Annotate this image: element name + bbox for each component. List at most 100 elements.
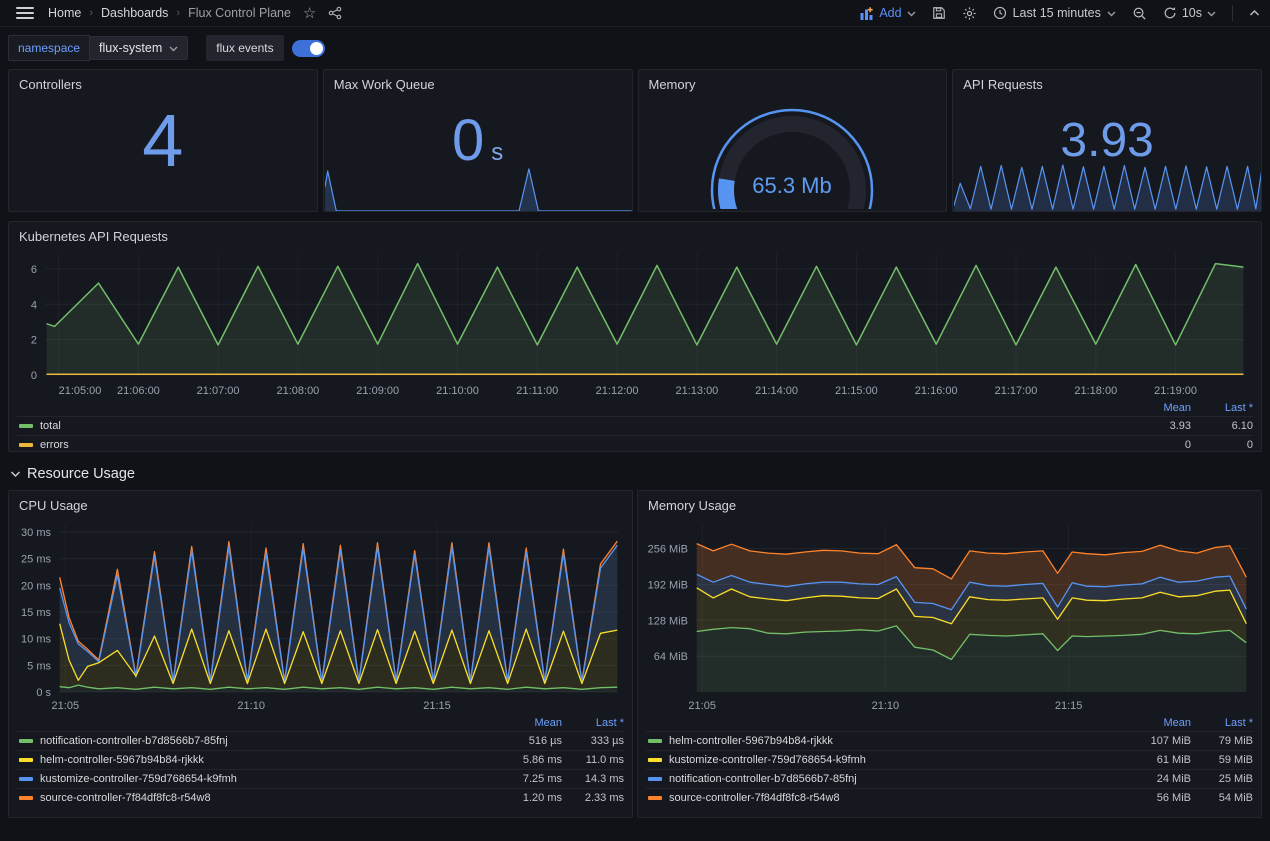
legend-row: total 3.93 6.10 — [17, 416, 1253, 435]
svg-text:21:14:00: 21:14:00 — [755, 385, 798, 397]
settings-gear-icon[interactable] — [962, 6, 977, 21]
legend-col-mean[interactable]: Mean — [1129, 402, 1191, 414]
series-swatch — [19, 424, 33, 428]
series-swatch — [19, 443, 33, 447]
breadcrumb-home[interactable]: Home — [48, 6, 81, 20]
legend-col-last[interactable]: Last * — [562, 717, 624, 729]
svg-text:21:15: 21:15 — [423, 700, 451, 712]
namespace-variable-value: flux-system — [99, 41, 162, 55]
series-mean: 1.20 ms — [500, 792, 562, 804]
series-name[interactable]: notification-controller-b7d8566b7-85fnj — [669, 773, 1129, 785]
time-range-label: Last 15 minutes — [1013, 6, 1101, 20]
series-last: 25 MiB — [1191, 773, 1253, 785]
series-name[interactable]: errors — [40, 439, 1129, 451]
series-mean: 0 — [1129, 439, 1191, 451]
svg-text:30 ms: 30 ms — [21, 527, 51, 539]
panel-kubernetes-api-requests: Kubernetes API Requests 024621:05:0021:0… — [8, 221, 1262, 452]
svg-text:20 ms: 20 ms — [21, 580, 51, 592]
series-swatch — [19, 796, 33, 800]
series-swatch — [19, 739, 33, 743]
series-name[interactable]: kustomize-controller-759d768654-k9fmh — [40, 773, 500, 785]
workqueue-stat-unit: s — [491, 139, 503, 167]
series-swatch — [648, 739, 662, 743]
svg-text:21:05: 21:05 — [52, 700, 80, 712]
series-swatch — [648, 758, 662, 762]
legend-row: notification-controller-b7d8566b7-85fnj … — [646, 769, 1253, 788]
memory-usage-chart[interactable]: 64 MiB128 MiB192 MiB256 MiB21:0521:1021:… — [638, 516, 1259, 714]
share-icon[interactable] — [328, 6, 342, 20]
namespace-variable-select[interactable]: flux-system — [90, 36, 188, 60]
svg-text:21:18:00: 21:18:00 — [1074, 385, 1117, 397]
svg-text:4: 4 — [31, 299, 37, 311]
series-name[interactable]: source-controller-7f84df8fc8-r54w8 — [40, 792, 500, 804]
svg-text:21:07:00: 21:07:00 — [197, 385, 240, 397]
chevron-down-icon — [169, 45, 178, 52]
svg-text:21:12:00: 21:12:00 — [596, 385, 639, 397]
legend-col-last[interactable]: Last * — [1191, 717, 1253, 729]
svg-text:21:10: 21:10 — [237, 700, 265, 712]
chevron-down-icon — [1207, 10, 1216, 17]
add-button[interactable]: Add — [860, 6, 915, 20]
svg-text:21:06:00: 21:06:00 — [117, 385, 160, 397]
svg-text:21:16:00: 21:16:00 — [915, 385, 958, 397]
dashboard-controls: namespace flux-system flux events — [0, 27, 1270, 67]
legend-row: notification-controller-b7d8566b7-85fnj … — [17, 731, 624, 750]
breadcrumb-dashboards[interactable]: Dashboards — [101, 6, 168, 20]
legend-row: source-controller-7f84df8fc8-r54w8 1.20 … — [17, 788, 624, 807]
series-name[interactable]: helm-controller-5967b94b84-rjkkk — [40, 754, 500, 766]
legend-col-mean[interactable]: Mean — [500, 717, 562, 729]
svg-text:21:05: 21:05 — [688, 700, 716, 712]
flux-events-toggle[interactable] — [292, 40, 325, 57]
kiosk-chevron-up-icon[interactable] — [1249, 9, 1260, 17]
refresh-picker[interactable]: 10s — [1163, 6, 1216, 20]
save-dashboard-icon[interactable] — [932, 6, 946, 20]
series-mean: 24 MiB — [1129, 773, 1191, 785]
panel-title[interactable]: Kubernetes API Requests — [9, 222, 1261, 247]
series-last: 79 MiB — [1191, 735, 1253, 747]
top-nav-bar: Home › Dashboards › Flux Control Plane ☆… — [0, 0, 1270, 27]
svg-text:0: 0 — [31, 370, 37, 382]
time-range-picker[interactable]: Last 15 minutes — [993, 6, 1116, 20]
api-requests-stat-value: 3.93 — [1060, 113, 1153, 168]
panel-title[interactable]: Memory Usage — [638, 491, 1261, 516]
resource-usage-row: CPU Usage 0 s5 ms10 ms15 ms20 ms25 ms30 … — [0, 490, 1270, 818]
stats-row: Controllers 4 Max Work Queue 0 s Memory … — [0, 67, 1270, 212]
flux-events-label: flux events — [206, 35, 283, 61]
series-last: 14.3 ms — [562, 773, 624, 785]
refresh-icon — [1163, 6, 1177, 20]
series-last: 333 µs — [562, 735, 624, 747]
star-icon[interactable]: ☆ — [303, 4, 316, 22]
row-resource-usage[interactable]: Resource Usage — [0, 452, 1270, 490]
chevron-right-icon: › — [89, 7, 93, 19]
namespace-variable-label[interactable]: namespace — [8, 35, 90, 61]
legend-col-mean[interactable]: Mean — [1129, 717, 1191, 729]
series-name[interactable]: kustomize-controller-759d768654-k9fmh — [669, 754, 1129, 766]
svg-text:21:10:00: 21:10:00 — [436, 385, 479, 397]
cpu-legend: Mean Last * notification-controller-b7d8… — [9, 714, 632, 809]
svg-text:0 s: 0 s — [36, 687, 51, 699]
svg-text:21:15: 21:15 — [1055, 700, 1083, 712]
k8s-api-requests-chart[interactable]: 024621:05:0021:06:0021:07:0021:08:0021:0… — [9, 247, 1259, 399]
series-name[interactable]: notification-controller-b7d8566b7-85fnj — [40, 735, 500, 747]
series-last: 11.0 ms — [562, 754, 624, 766]
svg-text:21:17:00: 21:17:00 — [995, 385, 1038, 397]
series-name[interactable]: total — [40, 420, 1129, 432]
zoom-out-icon[interactable] — [1132, 6, 1147, 21]
series-name[interactable]: helm-controller-5967b94b84-rjkkk — [669, 735, 1129, 747]
graph-plus-icon — [860, 7, 874, 20]
svg-text:64 MiB: 64 MiB — [654, 651, 688, 663]
controllers-stat-value: 4 — [142, 98, 183, 183]
panel-title[interactable]: CPU Usage — [9, 491, 632, 516]
panel-memory-gauge: Memory 65.3 Mb — [638, 69, 948, 212]
series-name[interactable]: source-controller-7f84df8fc8-r54w8 — [669, 792, 1129, 804]
chevron-down-icon — [10, 470, 21, 478]
panel-api-requests-stat: API Requests 3.93 — [952, 69, 1262, 212]
svg-text:21:09:00: 21:09:00 — [356, 385, 399, 397]
svg-text:256 MiB: 256 MiB — [648, 544, 688, 556]
legend-row: kustomize-controller-759d768654-k9fmh 61… — [646, 750, 1253, 769]
menu-icon[interactable] — [16, 7, 34, 19]
series-mean: 516 µs — [500, 735, 562, 747]
panel-max-work-queue: Max Work Queue 0 s — [323, 69, 633, 212]
legend-col-last[interactable]: Last * — [1191, 402, 1253, 414]
cpu-usage-chart[interactable]: 0 s5 ms10 ms15 ms20 ms25 ms30 ms21:0521:… — [9, 516, 630, 714]
